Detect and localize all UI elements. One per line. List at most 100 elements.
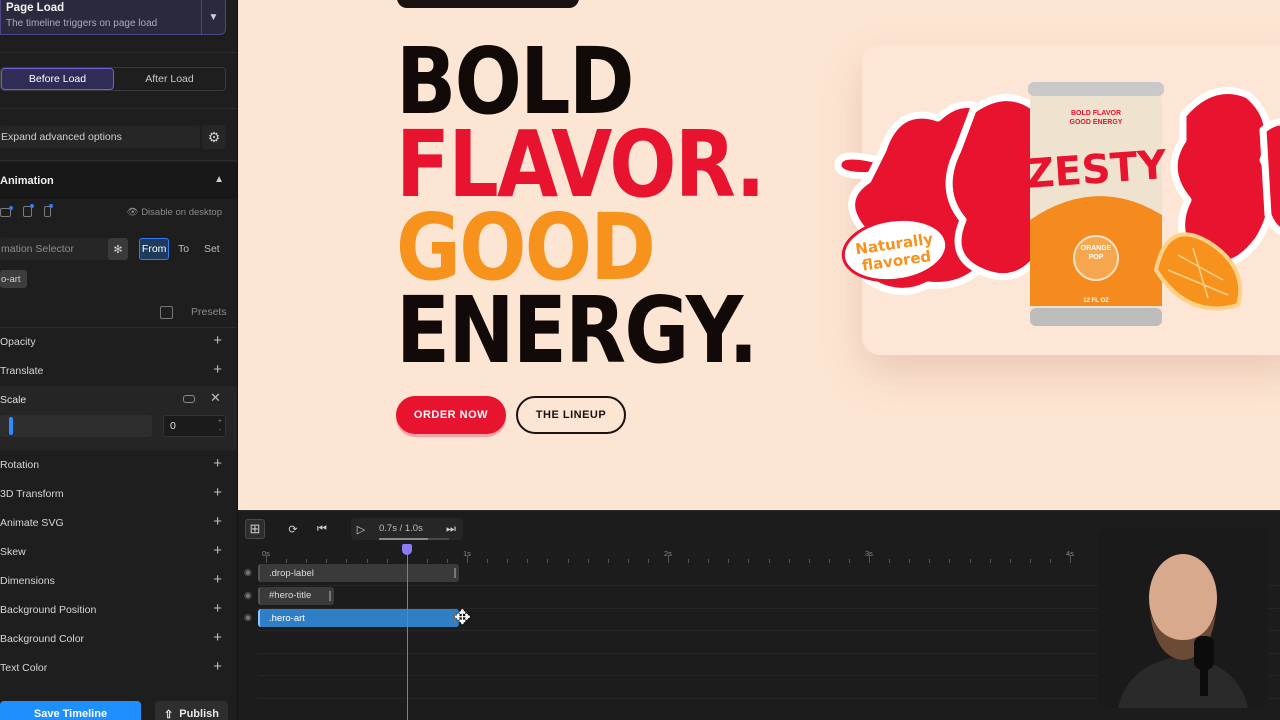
can-top-text: BOLD FLAVOR	[1071, 110, 1121, 117]
timeline-track-bar[interactable]: #hero-title	[258, 586, 335, 605]
playback-progress-fill	[379, 538, 428, 540]
eye-icon: 👁︎	[126, 207, 139, 218]
desktop-icon[interactable]	[0, 206, 13, 217]
mode-from[interactable]: From	[139, 238, 170, 260]
property-label: Background Color	[0, 632, 85, 645]
property-3d-transform[interactable]: 3D Transform +	[0, 479, 237, 508]
property-label: Dimensions	[0, 574, 55, 587]
page-preview-canvas[interactable]: BOLD FLAVOR. GOOD ENERGY. ORDER NOW THE …	[238, 0, 1280, 510]
trigger-title: Page Load	[6, 2, 65, 14]
chevron-up-icon[interactable]: ▲	[214, 174, 224, 185]
eye-icon[interactable]: ◉	[244, 567, 252, 578]
plus-icon[interactable]: +	[213, 571, 222, 588]
playhead-handle[interactable]	[401, 544, 412, 555]
eye-icon[interactable]: ◉	[244, 612, 252, 623]
save-timeline-button[interactable]: Save Timeline	[0, 701, 141, 720]
scale-value-input[interactable]: 0 + -	[163, 415, 226, 437]
plus-icon[interactable]: +	[213, 332, 222, 349]
property-animate-svg[interactable]: Animate SVG +	[0, 508, 237, 537]
trigger-selector[interactable]: Page Load The timeline triggers on page …	[0, 0, 226, 35]
playhead[interactable]	[406, 544, 408, 720]
resize-grip-icon[interactable]	[329, 590, 332, 601]
plus-icon[interactable]: +	[213, 484, 222, 501]
presets-button[interactable]: Presets	[191, 306, 227, 318]
publish-label: Publish	[179, 708, 219, 720]
property-label: Opacity	[0, 335, 36, 348]
plus-icon[interactable]: +	[213, 658, 222, 675]
animation-selector-input[interactable]: mation Selector	[0, 238, 109, 260]
property-dimensions[interactable]: Dimensions +	[0, 566, 237, 595]
selector-chip[interactable]: o-art	[0, 270, 27, 288]
selector-placeholder: mation Selector	[1, 243, 74, 255]
hero-art-illustration: Naturally flavored BOLD FLAVOR GOOD ENER…	[834, 82, 1280, 326]
can-flavor-1: ORANGE	[1081, 245, 1112, 252]
close-icon[interactable]: ✕	[210, 390, 221, 406]
property-label: Translate	[0, 364, 44, 377]
mode-set[interactable]: Set	[198, 238, 226, 260]
tab-before-load[interactable]: Before Load	[1, 68, 114, 90]
resize-cursor-icon: ✥	[454, 607, 471, 629]
plus-icon[interactable]: +	[213, 629, 222, 646]
property-translate[interactable]: Translate +	[0, 356, 237, 385]
scale-slider[interactable]	[0, 415, 152, 437]
skip-start-icon[interactable]: ⏮︎	[312, 519, 332, 539]
time-display: 0.7s / 1.0s	[379, 523, 423, 534]
timeline-track-bar[interactable]: .hero-art	[258, 609, 459, 627]
property-background-position[interactable]: Background Position +	[0, 595, 237, 624]
webcam-overlay	[1098, 528, 1268, 708]
property-text-color[interactable]: Text Color +	[0, 653, 237, 682]
plus-icon[interactable]: +	[213, 455, 222, 472]
red-splash-shape	[1259, 118, 1280, 235]
property-label: Rotation	[0, 458, 40, 471]
property-scale: Scale ✕ 0 + -	[0, 386, 237, 450]
divider	[0, 52, 237, 53]
playback-progress	[379, 538, 449, 540]
property-label: Background Position	[0, 603, 97, 616]
disable-on-desktop-label: Disable on desktop	[141, 207, 222, 218]
can-flavor-2: POP	[1089, 254, 1104, 261]
link-icon[interactable]	[183, 395, 195, 403]
property-label: Skew	[0, 545, 26, 558]
presenter-video	[1098, 528, 1268, 708]
publish-button[interactable]: ⇧ Publish	[155, 701, 228, 720]
resize-grip-icon[interactable]	[454, 568, 456, 578]
skip-end-icon[interactable]: ⏭︎	[441, 519, 461, 539]
timeline-track-bar[interactable]: .drop-label	[258, 564, 459, 582]
mobile-icon[interactable]	[44, 204, 53, 217]
tablet-icon[interactable]	[23, 204, 34, 217]
load-phase-toggle: Before Load After Load	[0, 67, 226, 91]
property-label: 3D Transform	[0, 487, 64, 500]
animation-section-header[interactable]: Animation ▲	[0, 163, 237, 199]
chevron-down-icon[interactable]: ▼	[201, 0, 225, 34]
gear-icon[interactable]: ⚙	[202, 125, 226, 149]
slider-handle[interactable]	[9, 417, 14, 435]
animation-header-label: Animation	[0, 175, 54, 187]
target-picker-icon[interactable]: ✻	[108, 238, 128, 260]
play-icon[interactable]: ▷	[351, 519, 371, 539]
device-toggles	[0, 204, 70, 222]
mode-to[interactable]: To	[169, 238, 197, 260]
stepper-icon[interactable]: + -	[218, 417, 222, 435]
eye-icon[interactable]: ◉	[244, 590, 252, 601]
animation-settings-panel: Page Load The timeline triggers on page …	[0, 0, 238, 720]
divider	[0, 160, 237, 161]
property-opacity[interactable]: Opacity +	[0, 327, 237, 356]
advanced-options-toggle[interactable]: Expand advanced options	[0, 126, 200, 148]
property-background-color[interactable]: Background Color +	[0, 624, 237, 653]
scale-label: Scale	[0, 394, 27, 406]
disable-on-desktop-toggle[interactable]: 👁︎ Disable on desktop	[126, 207, 222, 218]
track-label: .drop-label	[269, 567, 314, 579]
plus-icon[interactable]: +	[213, 600, 222, 617]
plus-icon[interactable]: +	[213, 542, 222, 559]
loop-icon[interactable]: ⟳	[283, 519, 303, 539]
plus-icon[interactable]: +	[213, 361, 222, 378]
add-track-icon[interactable]: ⊞	[245, 519, 265, 539]
scale-value: 0	[170, 420, 176, 432]
tab-after-load[interactable]: After Load	[114, 68, 225, 90]
presets-icon[interactable]	[160, 306, 173, 319]
property-rotation[interactable]: Rotation +	[0, 450, 237, 479]
plus-icon[interactable]: +	[213, 513, 222, 530]
track-label: .hero-art	[269, 612, 305, 624]
upload-icon: ⇧	[164, 708, 174, 720]
property-skew[interactable]: Skew +	[0, 537, 237, 566]
